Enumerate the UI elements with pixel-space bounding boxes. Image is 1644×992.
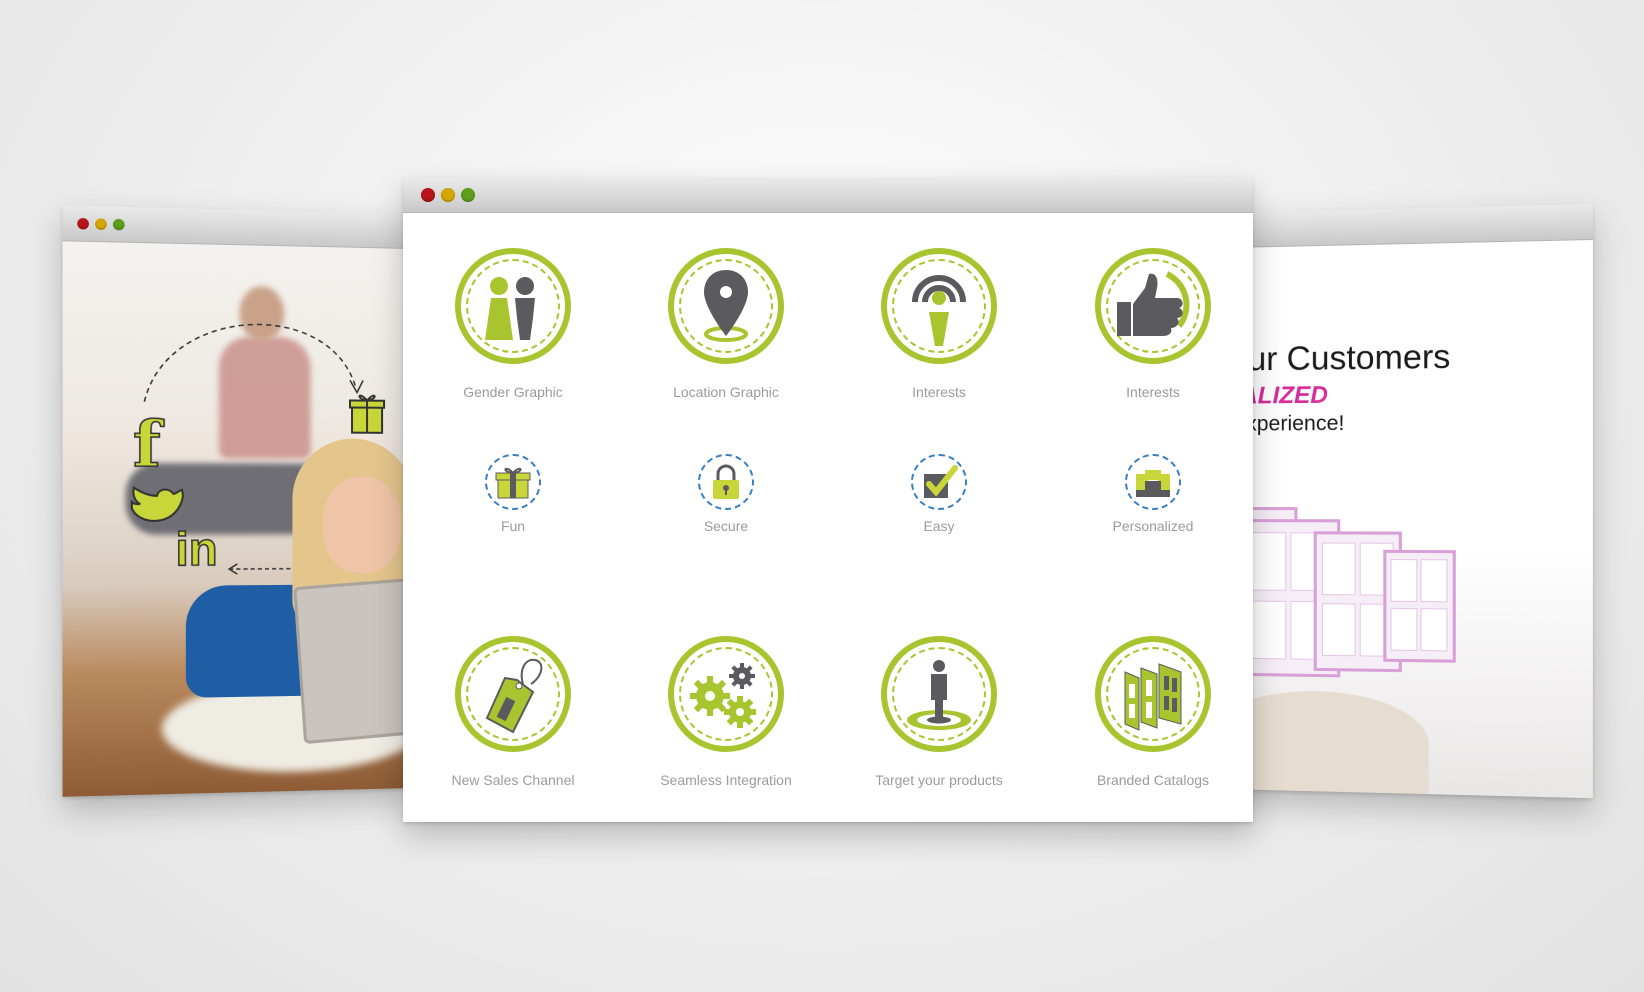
minimize-dot-icon[interactable] xyxy=(95,218,107,230)
minimize-dot-icon[interactable] xyxy=(441,188,455,202)
facebook-icon: f xyxy=(132,406,161,482)
dashed-arrow-in xyxy=(223,562,294,577)
catalog-cell xyxy=(1390,559,1418,603)
center-browser-window: Gender Graphic Location Graphic Interest… xyxy=(403,178,1253,822)
feature-interests-broadcast[interactable]: Interests xyxy=(859,248,1019,418)
center-window-titlebar xyxy=(403,178,1253,213)
lock-icon xyxy=(698,454,754,510)
feature-label: Interests xyxy=(912,384,966,400)
feature-label: Target your products xyxy=(875,772,1003,788)
group-icon xyxy=(1125,454,1181,510)
feature-target-products[interactable]: Target your products xyxy=(859,636,1019,806)
catalog-cell xyxy=(1390,607,1418,651)
feature-label: New Sales Channel xyxy=(451,772,575,788)
dashed-arc-arrow xyxy=(136,304,371,408)
feature-label: Interests xyxy=(1126,384,1180,400)
feature-label: Branded Catalogs xyxy=(1096,772,1210,788)
feature-label: Secure xyxy=(703,518,749,534)
catalog-page-4 xyxy=(1383,549,1456,663)
catalog-cell xyxy=(1420,608,1448,652)
feature-label: Fun xyxy=(500,518,526,534)
tablet-shape xyxy=(293,578,411,745)
catalog-cell xyxy=(1420,559,1448,603)
catalog-cell xyxy=(1321,603,1356,657)
gift-icon xyxy=(485,454,541,510)
maximize-dot-icon[interactable] xyxy=(461,188,475,202)
feature-label: Personalized xyxy=(1112,518,1194,534)
feature-interests-like[interactable]: Interests xyxy=(1073,248,1233,418)
close-dot-icon[interactable] xyxy=(421,188,435,202)
catalog-cell xyxy=(1321,542,1356,596)
broadcast-person-icon xyxy=(881,248,997,364)
feature-easy[interactable]: Easy xyxy=(859,454,1019,544)
feature-label: Seamless Integration xyxy=(660,772,792,788)
gift-icon xyxy=(349,390,385,434)
left-browser-window: f in xyxy=(62,205,411,797)
feature-personalized[interactable]: Personalized xyxy=(1073,454,1233,544)
thumbs-up-icon xyxy=(1095,248,1211,364)
lifestyle-photo: f in xyxy=(62,241,411,797)
linkedin-icon: in xyxy=(175,522,219,577)
gears-icon xyxy=(668,636,784,752)
feature-label: Location Graphic xyxy=(673,384,779,400)
feature-secure[interactable]: Secure xyxy=(646,454,806,544)
woman-face-shape xyxy=(322,476,402,574)
close-dot-icon[interactable] xyxy=(77,217,89,230)
maximize-dot-icon[interactable] xyxy=(113,218,125,231)
feature-fun[interactable]: Fun xyxy=(433,454,593,544)
feature-gender-graphic[interactable]: Gender Graphic xyxy=(433,248,593,418)
target-person-icon xyxy=(881,636,997,752)
feature-label: Easy xyxy=(923,518,955,534)
feature-location-graphic[interactable]: Location Graphic xyxy=(646,248,806,418)
feature-seamless-integration[interactable]: Seamless Integration xyxy=(646,636,806,806)
feature-new-sales-channel[interactable]: New Sales Channel xyxy=(433,636,593,806)
location-pin-icon xyxy=(668,248,784,364)
price-tag-icon xyxy=(455,636,571,752)
checkbox-icon xyxy=(911,454,967,510)
feature-label: Gender Graphic xyxy=(463,384,563,400)
catalog-pages-icon xyxy=(1095,636,1211,752)
feature-branded-catalogs[interactable]: Branded Catalogs xyxy=(1073,636,1233,806)
gender-icon xyxy=(455,248,571,364)
